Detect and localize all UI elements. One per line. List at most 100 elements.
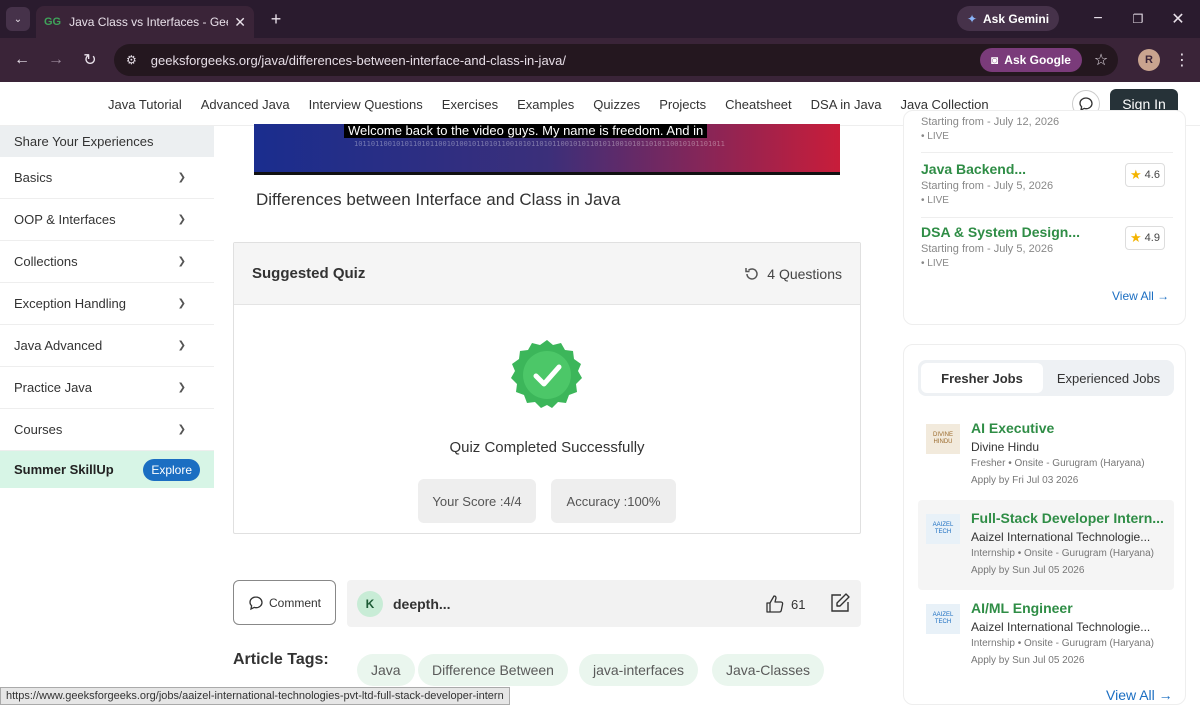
retry-icon <box>745 267 758 280</box>
like-count: 61 <box>791 596 806 612</box>
sidebar-item-collections[interactable]: Collections ❯ <box>0 241 214 283</box>
video-player[interactable]: 1011011001010110101100101001011010110010… <box>254 124 840 175</box>
tab-fresher-jobs[interactable]: Fresher Jobs <box>921 363 1043 393</box>
comment-bubble-icon <box>249 595 263 610</box>
course-item-java-backend[interactable]: Java Backend... Starting from - July 5, … <box>921 155 1173 218</box>
jobs-view-all-link[interactable]: View All → <box>1106 687 1173 703</box>
ask-gemini-label: Ask Gemini <box>983 11 1050 26</box>
job-item[interactable]: AAIZEL TECH AI/ML Engineer Aaizel Intern… <box>918 590 1174 680</box>
video-background-binary: 1011011001010110101100101001011010110010… <box>354 140 725 148</box>
job-item[interactable]: AAIZEL TECH Full-Stack Developer Intern.… <box>918 500 1174 590</box>
job-title: Full-Stack Developer Intern... <box>971 510 1164 526</box>
tab-experienced-jobs[interactable]: Experienced Jobs <box>1046 363 1171 393</box>
sidebar-item-label: Collections <box>14 254 78 269</box>
company-logo: AAIZEL TECH <box>926 514 960 544</box>
tab-close-icon[interactable]: ✕ <box>234 14 246 31</box>
tab-search-chevron-icon[interactable]: ⌄ <box>6 7 30 31</box>
job-title: AI/ML Engineer <box>971 600 1073 616</box>
chevron-down-icon: ❯ <box>177 382 186 393</box>
job-apply-by: Apply by Fri Jul 03 2026 <box>971 475 1079 486</box>
sidebar-item-label: Exception Handling <box>14 296 127 311</box>
quiz-header: Suggested Quiz 4 Questions <box>234 243 860 305</box>
summer-skillup-promo[interactable]: Summer SkillUp Explore <box>0 451 214 488</box>
course-item-dsa-system-design[interactable]: DSA & System Design... Starting from - J… <box>921 218 1173 281</box>
chevron-down-icon: ❯ <box>177 214 186 225</box>
tag-java-classes[interactable]: Java-Classes <box>712 654 825 686</box>
comment-button[interactable]: Comment <box>233 580 336 625</box>
nav-link-quizzes[interactable]: Quizzes <box>593 97 640 112</box>
geeksforgeeks-favicon-icon: GG <box>44 16 62 28</box>
sidebar-item-exception-handling[interactable]: Exception Handling ❯ <box>0 283 214 325</box>
restore-button[interactable]: ❐ <box>1126 7 1150 31</box>
commenter-name[interactable]: deepth... <box>393 596 451 612</box>
job-meta: Internship • Onsite - Gurugram (Haryana) <box>971 548 1155 559</box>
new-tab-button[interactable]: + <box>264 7 288 31</box>
sidebar-header[interactable]: Share Your Experiences <box>0 126 214 157</box>
sidebar-item-label: Basics <box>14 170 53 185</box>
article-tags-label: Article Tags: <box>233 651 329 668</box>
like-button[interactable]: 61 <box>765 594 805 614</box>
nav-link-cheatsheet[interactable]: Cheatsheet <box>725 97 792 112</box>
profile-avatar[interactable]: R <box>1138 49 1160 71</box>
back-arrow-icon[interactable]: ← <box>10 48 34 72</box>
sidebar-item-java-advanced[interactable]: Java Advanced ❯ <box>0 325 214 367</box>
nav-link-exercises[interactable]: Exercises <box>442 97 498 112</box>
browser-tab-bar: ⌄ GG Java Class vs Interfaces - Geeksfor… <box>0 0 1200 38</box>
nav-link-java-tutorial[interactable]: Java Tutorial <box>108 97 182 112</box>
forward-arrow-icon[interactable]: → <box>44 48 68 72</box>
rating-value: 4.9 <box>1144 232 1160 244</box>
jobs-tabs: Fresher Jobs Experienced Jobs <box>918 360 1174 396</box>
bookmark-star-icon[interactable]: ☆ <box>1090 49 1112 71</box>
job-item[interactable]: DIVINE HINDU AI Executive Divine Hindu F… <box>918 410 1174 500</box>
courses-view-all-link[interactable]: View All → <box>1112 289 1169 303</box>
ask-google-button[interactable]: ◙ Ask Google <box>980 48 1082 72</box>
job-meta: Fresher • Onsite - Gurugram (Haryana) <box>971 458 1145 469</box>
reload-icon[interactable]: ↻ <box>78 48 102 72</box>
nav-link-examples[interactable]: Examples <box>517 97 574 112</box>
sidebar-item-practice-java[interactable]: Practice Java ❯ <box>0 367 214 409</box>
browser-tab[interactable]: GG Java Class vs Interfaces - GeeksforGe… <box>36 6 254 38</box>
comment-item: K deepth... 61 <box>347 580 861 627</box>
tag-difference-between[interactable]: Difference Between <box>418 654 568 686</box>
nav-link-advanced-java[interactable]: Advanced Java <box>201 97 290 112</box>
rating-badge: ★ 4.9 <box>1125 226 1165 250</box>
ask-gemini-button[interactable]: ✦ Ask Gemini <box>957 6 1059 31</box>
company-logo: AAIZEL TECH <box>926 604 960 634</box>
ask-google-label: Ask Google <box>1004 53 1071 67</box>
course-item-partial[interactable]: Starting from - July 12, 2026 • LIVE <box>921 111 1173 153</box>
accuracy-pill: Accuracy :100% <box>551 479 676 523</box>
browser-menu-icon[interactable]: ⋮ <box>1172 49 1192 71</box>
gemini-sparkle-icon: ✦ <box>966 11 978 26</box>
tag-java-interfaces[interactable]: java-interfaces <box>579 654 699 686</box>
nav-link-dsa-in-java[interactable]: DSA in Java <box>811 97 882 112</box>
chevron-down-icon: ❯ <box>177 424 186 435</box>
tag-java[interactable]: Java <box>357 654 415 686</box>
sidebar-item-basics[interactable]: Basics ❯ <box>0 157 214 199</box>
nav-links: Java Tutorial Advanced Java Interview Qu… <box>108 82 1008 126</box>
rating-badge: ★ 4.6 <box>1125 163 1165 187</box>
minimize-button[interactable]: − <box>1086 7 1110 31</box>
suggested-quiz-card: Suggested Quiz 4 Questions Quiz Complete… <box>233 242 861 534</box>
course-live-badge: • LIVE <box>921 195 949 206</box>
rating-value: 4.6 <box>1144 169 1160 181</box>
quiz-title: Suggested Quiz <box>252 265 366 282</box>
star-icon: ★ <box>1130 167 1142 182</box>
chevron-down-icon: ❯ <box>177 298 186 309</box>
site-info-icon[interactable]: ⚙ <box>126 53 137 67</box>
edit-icon[interactable] <box>829 592 851 614</box>
score-pill: Your Score :4/4 <box>418 479 536 523</box>
sidebar-item-oop-interfaces[interactable]: OOP & Interfaces ❯ <box>0 199 214 241</box>
chevron-down-icon: ❯ <box>177 340 186 351</box>
address-bar[interactable]: ⚙ geeksforgeeks.org/java/differences-bet… <box>114 44 1118 76</box>
nav-link-projects[interactable]: Projects <box>659 97 706 112</box>
courses-card: Starting from - July 12, 2026 • LIVE Jav… <box>903 110 1186 325</box>
job-meta: Internship • Onsite - Gurugram (Haryana) <box>971 638 1155 649</box>
nav-link-interview-questions[interactable]: Interview Questions <box>309 97 423 112</box>
explore-button[interactable]: Explore <box>143 458 200 481</box>
thumbs-up-icon <box>766 595 784 613</box>
jobs-card: Fresher Jobs Experienced Jobs DIVINE HIN… <box>903 344 1186 705</box>
sidebar-item-courses[interactable]: Courses ❯ <box>0 409 214 451</box>
close-window-button[interactable]: ✕ <box>1166 7 1190 31</box>
tab-title: Java Class vs Interfaces - GeeksforGeeks <box>69 15 228 29</box>
quiz-question-count[interactable]: 4 Questions <box>743 265 842 283</box>
